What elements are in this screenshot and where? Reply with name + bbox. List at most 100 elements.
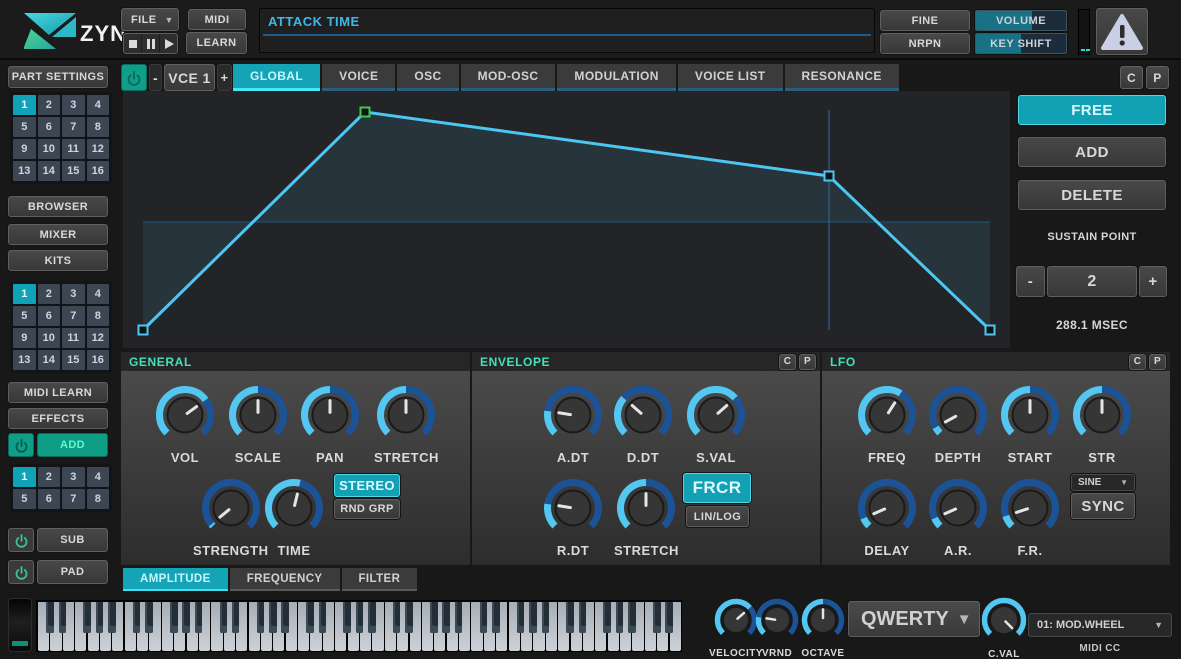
sustain-value-box[interactable]: 2 [1047, 266, 1137, 297]
grid-cell-6[interactable]: 6 [38, 489, 61, 509]
knob-dial[interactable] [617, 479, 675, 537]
scale-knob[interactable]: SCALE [229, 386, 287, 465]
grid-cell-7[interactable]: 7 [62, 117, 85, 137]
knob-dial[interactable] [1073, 386, 1131, 444]
midi-learn-button[interactable]: MIDI LEARN [8, 382, 108, 403]
grid-cell-4[interactable]: 4 [87, 284, 110, 304]
vol-knob[interactable]: VOL [156, 386, 214, 465]
decay-time-knob[interactable]: D.DT [614, 386, 672, 465]
midi-button[interactable]: MIDI [188, 9, 246, 30]
pause-button[interactable] [142, 34, 160, 53]
rnd-grp-toggle-button[interactable]: RND GRP [334, 499, 400, 519]
grid-cell-5[interactable]: 5 [13, 117, 36, 137]
black-key[interactable] [306, 602, 314, 633]
grid-cell-6[interactable]: 6 [38, 306, 61, 326]
black-key[interactable] [368, 602, 376, 633]
tab-resonance[interactable]: RESONANCE [785, 64, 899, 91]
black-key[interactable] [480, 602, 488, 633]
grid-cell-14[interactable]: 14 [38, 161, 61, 181]
grid-cell-16[interactable]: 16 [87, 161, 110, 181]
grid-cell-12[interactable]: 12 [87, 139, 110, 159]
sustain-increment-button[interactable]: + [1139, 266, 1167, 297]
kit-select-grid[interactable]: 12345678910111213141516 [10, 281, 112, 373]
fine-button[interactable]: FINE [880, 10, 970, 31]
black-key[interactable] [405, 602, 413, 633]
grid-cell-13[interactable]: 13 [13, 161, 36, 181]
black-key[interactable] [665, 602, 673, 633]
black-key[interactable] [133, 602, 141, 633]
knob-dial[interactable] [929, 386, 987, 444]
black-key[interactable] [182, 602, 190, 633]
env-stretch-knob[interactable]: STRETCH [614, 479, 679, 558]
tab-modulation[interactable]: MODULATION [557, 64, 675, 91]
black-key[interactable] [492, 602, 500, 633]
black-key[interactable] [616, 602, 624, 633]
sub-synth-button[interactable]: SUB [37, 528, 108, 552]
grid-cell-15[interactable]: 15 [62, 350, 85, 370]
envelope-editor[interactable] [123, 91, 1010, 348]
add-synth-button[interactable]: ADD [37, 433, 108, 457]
black-key[interactable] [257, 602, 265, 633]
black-key[interactable] [430, 602, 438, 633]
lfo-str-knob[interactable]: STR [1073, 386, 1131, 465]
grid-cell-8[interactable]: 8 [87, 489, 110, 509]
tab-filter[interactable]: FILTER [342, 568, 418, 591]
keyboard-layout-dropdown[interactable]: QWERTY ▼ [848, 601, 980, 637]
virtual-keyboard[interactable] [36, 600, 682, 652]
grid-cell-8[interactable]: 8 [87, 306, 110, 326]
pitch-wheel[interactable] [8, 598, 32, 652]
black-key[interactable] [108, 602, 116, 633]
release-time-knob[interactable]: R.DT [544, 479, 602, 558]
knob-dial[interactable] [1001, 479, 1059, 537]
tab-frequency[interactable]: FREQUENCY [230, 568, 340, 591]
black-key[interactable] [96, 602, 104, 633]
black-key[interactable] [653, 602, 661, 633]
lin-log-toggle-button[interactable]: LIN/LOG [686, 506, 749, 527]
grid-cell-2[interactable]: 2 [38, 284, 61, 304]
envelope-point-1[interactable] [361, 108, 370, 117]
envelope-copy-button[interactable]: C [779, 354, 796, 370]
knob-dial[interactable] [858, 386, 916, 444]
paste-button[interactable]: P [1146, 66, 1169, 89]
part-settings-button[interactable]: PART SETTINGS [8, 66, 108, 88]
lfo-sync-button[interactable]: SYNC [1071, 493, 1135, 519]
stretch-knob[interactable]: STRETCH [374, 386, 439, 465]
pad-synth-power-button[interactable] [8, 560, 34, 584]
black-key[interactable] [579, 602, 587, 633]
knob-dial[interactable] [714, 598, 758, 642]
grid-cell-11[interactable]: 11 [62, 139, 85, 159]
black-key[interactable] [529, 602, 537, 633]
attack-time-knob[interactable]: A.DT [544, 386, 602, 465]
knob-dial[interactable] [687, 386, 745, 444]
envelope-point-0[interactable] [139, 326, 148, 335]
voice-plus-button[interactable]: + [217, 64, 232, 91]
grid-cell-4[interactable]: 4 [87, 95, 110, 115]
knob-dial[interactable] [229, 386, 287, 444]
grid-cell-2[interactable]: 2 [38, 95, 61, 115]
black-key[interactable] [281, 602, 289, 633]
grid-cell-5[interactable]: 5 [13, 489, 36, 509]
envelope-point-3[interactable] [986, 326, 995, 335]
black-key[interactable] [232, 602, 240, 633]
grid-cell-2[interactable]: 2 [38, 467, 61, 487]
tab-global[interactable]: GLOBAL [233, 64, 320, 91]
black-key[interactable] [195, 602, 203, 633]
file-menu-button[interactable]: FILE ▼ [121, 8, 179, 31]
free-mode-button[interactable]: FREE [1018, 95, 1166, 125]
grid-cell-11[interactable]: 11 [62, 328, 85, 348]
black-key[interactable] [628, 602, 636, 633]
knob-dial[interactable] [377, 386, 435, 444]
grid-cell-5[interactable]: 5 [13, 306, 36, 326]
grid-cell-8[interactable]: 8 [87, 117, 110, 137]
lfo-fr-knob[interactable]: F.R. [1001, 479, 1059, 558]
grid-cell-7[interactable]: 7 [62, 306, 85, 326]
envelope-paste-button[interactable]: P [799, 354, 816, 370]
grid-cell-6[interactable]: 6 [38, 117, 61, 137]
sustain-value-knob[interactable]: S.VAL [687, 386, 745, 465]
knob-dial[interactable] [1001, 386, 1059, 444]
strength-knob[interactable]: STRENGTH [193, 479, 269, 558]
lfo-freq-knob[interactable]: FREQ [858, 386, 916, 465]
grid-cell-3[interactable]: 3 [62, 467, 85, 487]
knob-dial[interactable] [544, 479, 602, 537]
black-key[interactable] [517, 602, 525, 633]
